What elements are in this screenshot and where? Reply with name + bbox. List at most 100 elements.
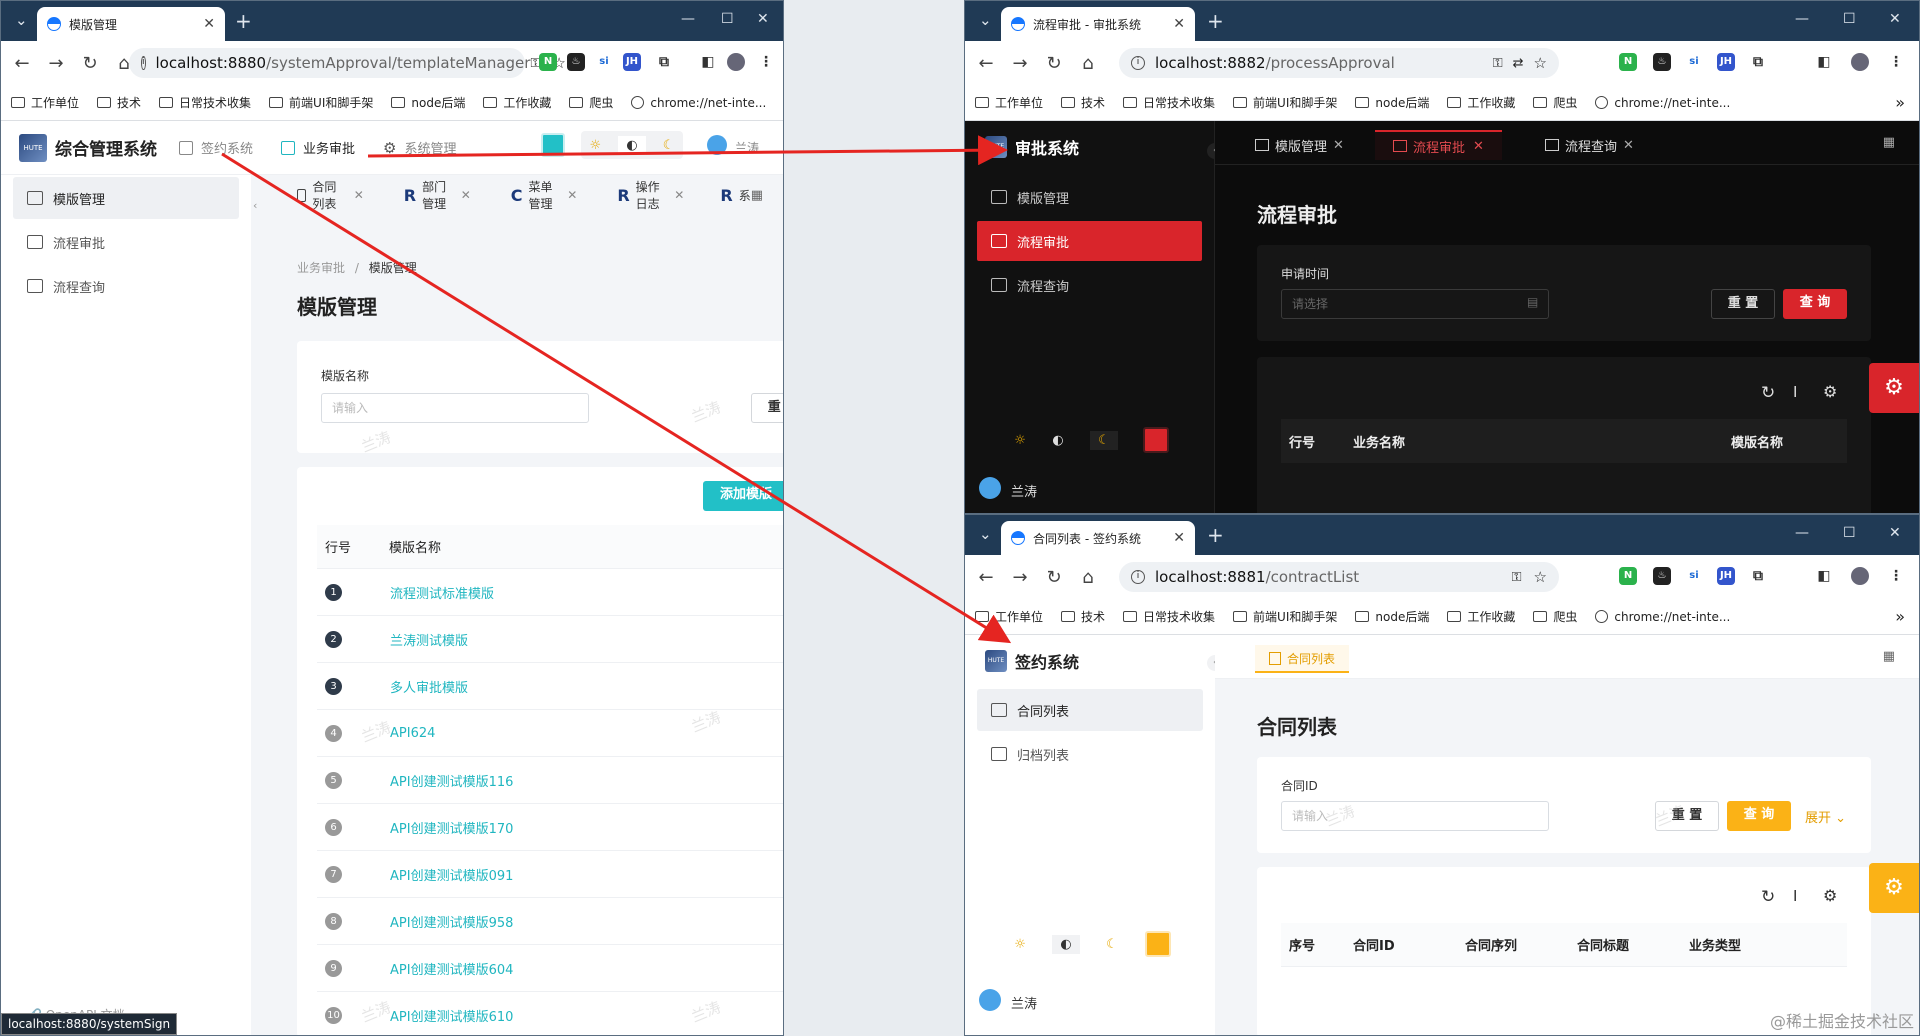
close-window-icon[interactable]: ✕ <box>1889 11 1901 27</box>
moon-icon[interactable]: ☾ <box>663 138 675 153</box>
extension-fire-icon[interactable]: ♨ <box>1653 53 1671 71</box>
theme-color-swatch[interactable] <box>1145 931 1171 957</box>
back-icon[interactable]: ← <box>5 53 39 74</box>
settings-float-button[interactable]: ⚙ <box>1869 363 1919 413</box>
profile-avatar-icon[interactable] <box>1851 567 1869 585</box>
close-icon[interactable]: ✕ <box>354 188 364 202</box>
more-bookmarks-icon[interactable]: » <box>1895 93 1905 112</box>
template-name-link[interactable]: API创建测试模版091 <box>390 865 513 884</box>
template-name-link[interactable]: API创建测试模版610 <box>390 1006 513 1025</box>
theme-color-swatch[interactable] <box>541 133 565 157</box>
close-tab-icon[interactable]: ✕ <box>1173 530 1185 546</box>
reset-button[interactable]: 重 置 <box>1711 289 1775 319</box>
site-info-icon[interactable]: i <box>141 56 146 70</box>
template-name-link[interactable]: API创建测试模版604 <box>390 959 513 978</box>
close-icon[interactable]: ✕ <box>461 188 471 202</box>
close-icon[interactable]: ✕ <box>1623 138 1634 153</box>
new-tab-button[interactable]: + <box>1207 523 1224 547</box>
theme-mode-switch[interactable]: ☼ ◐ ☾ <box>1001 427 1131 453</box>
address-bar[interactable]: i localhost:8881/contractList ⚿ ☆ <box>1119 562 1559 592</box>
column-height-icon[interactable]: Ⅰ <box>1793 887 1797 905</box>
close-icon[interactable]: ✕ <box>567 188 577 202</box>
avatar[interactable] <box>707 135 727 155</box>
page-tab[interactable]: 流程查询 ✕ <box>1545 130 1634 160</box>
tab-search-icon[interactable]: ⌄ <box>15 11 28 29</box>
moon-icon[interactable]: ☾ <box>1090 430 1118 450</box>
tab-grid-icon[interactable]: ▦ <box>751 188 763 203</box>
collapse-sidebar-icon[interactable]: ‹ <box>253 199 257 212</box>
forward-icon[interactable]: → <box>39 53 73 74</box>
theme-mode-switch[interactable]: ☼ ◐ ☾ <box>581 131 683 159</box>
bookmark-item[interactable]: node后端 <box>1355 608 1429 625</box>
tab-grid-icon[interactable]: ▦ <box>1883 135 1895 150</box>
maximize-icon[interactable]: ☐ <box>721 11 734 27</box>
address-bar[interactable]: i localhost:8882/processApproval ⚿ ⇄ ☆ <box>1119 48 1559 78</box>
bookmark-item[interactable]: 爬虫 <box>1533 608 1577 625</box>
bookmark-item[interactable]: node后端 <box>1355 94 1429 111</box>
sidebar-item-process-query[interactable]: 流程查询 <box>13 265 239 307</box>
settings-icon[interactable]: ⚙ <box>1823 382 1837 401</box>
bookmark-item[interactable]: 爬虫 <box>569 94 613 111</box>
site-info-icon[interactable]: i <box>1131 56 1145 70</box>
extension-jh-icon[interactable]: JH <box>1717 567 1735 585</box>
template-name-input[interactable]: 请输入 <box>321 393 589 423</box>
bookmark-item[interactable]: 工作收藏 <box>483 94 551 111</box>
page-tab-active[interactable]: 流程审批 ✕ <box>1375 130 1502 160</box>
menu-dots-icon[interactable]: ⋮ <box>1887 567 1905 585</box>
extension-n-icon[interactable]: N <box>1619 567 1637 585</box>
contract-id-input[interactable]: 请输入 <box>1281 801 1549 831</box>
query-button[interactable]: 查 询 <box>1783 289 1847 319</box>
extension-jh-icon[interactable]: JH <box>1717 53 1735 71</box>
sun-icon[interactable]: ☼ <box>1014 433 1026 448</box>
bookmark-item[interactable]: 日常技术收集 <box>159 94 251 111</box>
new-tab-button[interactable]: + <box>235 9 252 33</box>
user-name[interactable]: 兰涛 <box>735 139 759 156</box>
page-tab[interactable]: 模版管理 ✕ <box>1255 130 1344 160</box>
page-tab[interactable]: R 操作日志 ✕ <box>617 178 684 212</box>
bookmark-item[interactable]: 技术 <box>1061 94 1105 111</box>
profile-avatar-icon[interactable] <box>1851 53 1869 71</box>
expand-toggle[interactable]: 展开 ⌄ <box>1805 807 1846 826</box>
sidebar-item-template-management[interactable]: 模版管理 <box>977 177 1202 217</box>
key-icon[interactable]: ⚿ <box>1493 56 1503 71</box>
moon-icon[interactable]: ☾ <box>1106 937 1118 952</box>
browser-tab[interactable]: 流程审批 - 审批系统 ✕ <box>1001 7 1195 41</box>
sidebar-item-archive-list[interactable]: 归档列表 <box>977 733 1203 775</box>
extensions-puzzle-icon[interactable]: ⧉ <box>1749 567 1767 585</box>
column-height-icon[interactable]: Ⅰ <box>1793 383 1797 401</box>
extension-si-icon[interactable]: si <box>1685 567 1703 585</box>
bookmark-item[interactable]: 工作单位 <box>975 94 1043 111</box>
template-name-link[interactable]: API创建测试模版170 <box>390 818 513 837</box>
browser-tab[interactable]: 模版管理 ✕ <box>37 7 225 41</box>
reload-icon[interactable]: ↻ <box>1037 567 1071 588</box>
profile-avatar-icon[interactable] <box>727 53 745 71</box>
menu-sign-system[interactable]: 签约系统 <box>179 138 253 157</box>
query-button[interactable]: 查 询 <box>1727 801 1791 831</box>
page-tab[interactable]: R系 <box>720 186 750 205</box>
star-icon[interactable]: ☆ <box>1534 54 1547 72</box>
bookmark-item[interactable]: node后端 <box>391 94 465 111</box>
translate-icon[interactable]: ⇄ <box>1513 56 1524 71</box>
close-icon[interactable]: ✕ <box>674 188 684 202</box>
tab-grid-icon[interactable]: ▦ <box>1883 649 1895 664</box>
breadcrumb-item[interactable]: 业务审批 <box>297 261 345 275</box>
reset-button[interactable]: 重 置 <box>1655 801 1719 831</box>
user-name[interactable]: 兰涛 <box>1011 481 1037 500</box>
bookmark-item[interactable]: 前端UI和脚手架 <box>1233 608 1337 625</box>
reset-button[interactable]: 重 置 <box>751 393 783 423</box>
close-window-icon[interactable]: ✕ <box>757 11 769 27</box>
page-tab[interactable]: C 菜单管理 ✕ <box>511 178 578 212</box>
bookmark-item[interactable]: 技术 <box>97 94 141 111</box>
avatar[interactable] <box>979 989 1001 1011</box>
settings-float-button[interactable]: ⚙ <box>1869 863 1919 913</box>
home-icon[interactable]: ⌂ <box>1071 567 1105 588</box>
sidebar-item-contract-list[interactable]: 合同列表 <box>977 689 1203 731</box>
bookmark-item[interactable]: 日常技术收集 <box>1123 608 1215 625</box>
template-name-link[interactable]: 兰涛测试模版 <box>390 630 468 649</box>
extension-si-icon[interactable]: si <box>595 53 613 71</box>
maximize-icon[interactable]: ☐ <box>1843 525 1856 541</box>
extension-fire-icon[interactable]: ♨ <box>567 53 585 71</box>
close-tab-icon[interactable]: ✕ <box>203 16 215 32</box>
close-window-icon[interactable]: ✕ <box>1889 525 1901 541</box>
extension-n-icon[interactable]: N <box>1619 53 1637 71</box>
